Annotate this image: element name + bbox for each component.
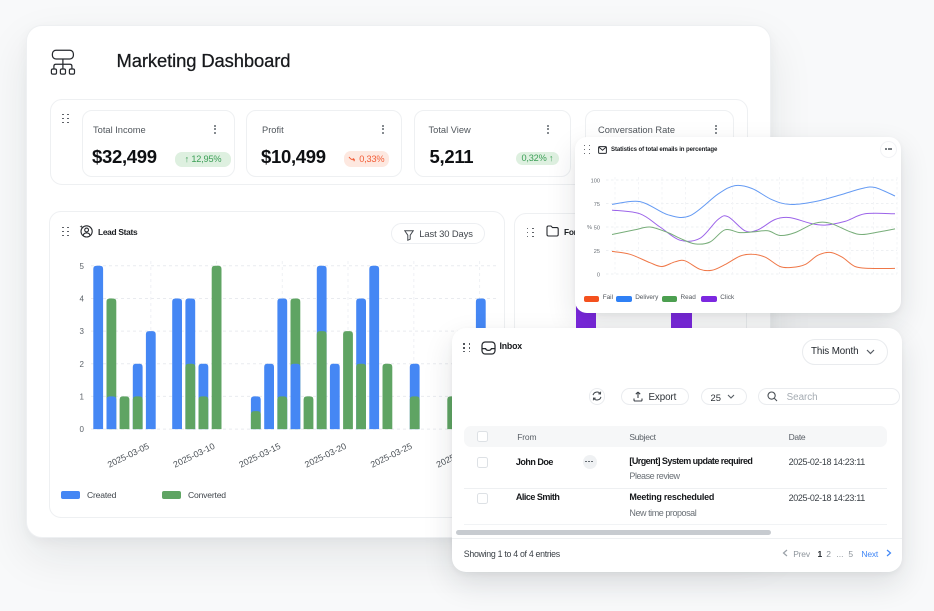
svg-text:5: 5: [80, 262, 85, 271]
svg-text:2025-03-10: 2025-03-10: [172, 441, 217, 470]
svg-text:2025-03-20: 2025-03-20: [303, 441, 348, 470]
svg-text:2025-03-15: 2025-03-15: [237, 441, 282, 470]
svg-text:4: 4: [80, 295, 85, 304]
svg-text:75: 75: [594, 202, 600, 208]
svg-text:100: 100: [591, 179, 600, 185]
svg-text:3: 3: [80, 327, 85, 336]
svg-text:2025-03-05: 2025-03-05: [106, 441, 151, 470]
svg-text:0: 0: [80, 425, 85, 434]
svg-text:%: %: [587, 225, 592, 231]
svg-text:2: 2: [80, 360, 85, 369]
svg-text:2025-03-25: 2025-03-25: [369, 441, 414, 470]
svg-text:25: 25: [594, 249, 600, 255]
svg-text:1: 1: [80, 392, 85, 401]
svg-text:0: 0: [597, 273, 600, 279]
svg-text:50: 50: [594, 226, 600, 232]
